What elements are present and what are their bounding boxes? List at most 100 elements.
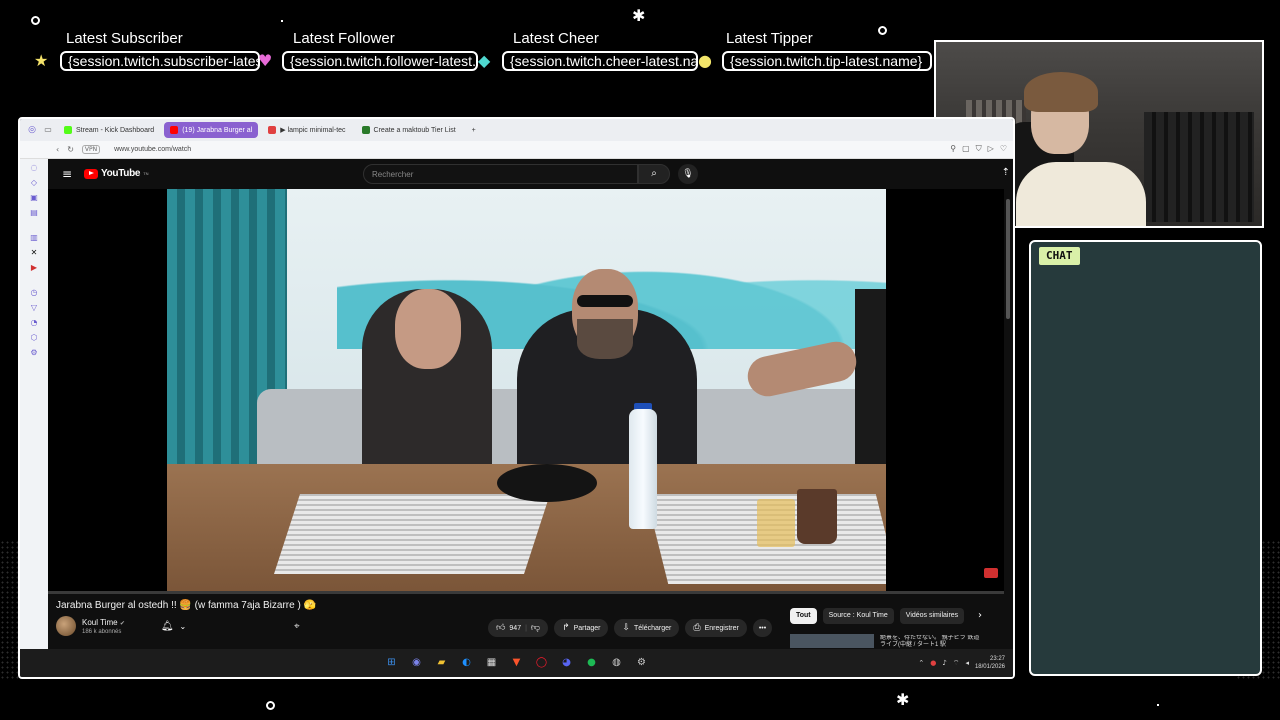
scrollbar[interactable] xyxy=(1006,199,1010,319)
messenger-icon[interactable]: ▣ xyxy=(29,193,39,203)
sparkle-icon: ✱ xyxy=(632,6,646,25)
wifi-icon[interactable]: ⌔ xyxy=(953,659,960,668)
latest-tipper-value: {session.twitch.tip-latest.name} xyxy=(722,51,932,71)
windows-taskbar: ⊞ ◉ ▰ ◐ ▦ ▼ ◯ ◕ ● ◍ ⚙ ⌃ ● ♪ ⌔ ◂ 23:27 18… xyxy=(20,649,1013,677)
downloads-icon[interactable]: ▽ xyxy=(29,303,39,313)
new-tab-button[interactable]: + xyxy=(466,122,482,138)
microphone-icon[interactable]: 🎙 xyxy=(678,164,698,184)
stream-overlay: ✱ ✱ Latest Subscriber ★ {session.twitch.… xyxy=(0,0,1280,720)
sparkle-ring-icon xyxy=(31,16,40,25)
more-actions-button[interactable]: ••• xyxy=(752,619,773,637)
pin-icon[interactable]: ⚲ xyxy=(950,144,956,154)
chip-similar[interactable]: Vidéos similaires xyxy=(899,608,965,624)
suggested-video-title[interactable]: 絶景を、待たせない。 親子ピラ 鉄道ライブ(中継 / タート1 駅 xyxy=(880,635,985,649)
tab-youtube-video[interactable]: (19) Jarabna Burger al xyxy=(164,122,259,138)
volume-icon[interactable]: ◂ xyxy=(965,659,969,667)
tab-menu-icon[interactable]: ▭ xyxy=(42,124,54,136)
windows-start-icon[interactable]: ⊞ xyxy=(386,657,398,669)
vpn-badge[interactable]: VPN xyxy=(81,145,101,154)
history-icon[interactable]: ◷ xyxy=(29,288,39,298)
upload-icon[interactable]: ⇡ xyxy=(1002,167,1010,178)
hamburger-menu-icon[interactable]: ≡ xyxy=(62,167,72,181)
search-icon[interactable]: ⌕ xyxy=(638,164,670,184)
share-button[interactable]: ↱ Partager xyxy=(554,619,609,637)
mouse-cursor-icon: ⌖ xyxy=(294,621,300,632)
tab-kick-dashboard[interactable]: Stream - Kick Dashboard xyxy=(58,122,160,138)
snapshot-icon[interactable]: ▢ xyxy=(962,144,970,154)
video-player[interactable] xyxy=(48,189,1004,594)
channel-name[interactable]: Koul Time ✔ xyxy=(82,618,125,627)
url-field[interactable]: www.youtube.com/watch xyxy=(114,146,191,153)
edge-icon[interactable]: ◐ xyxy=(461,657,473,669)
aria-icon[interactable]: ◌ xyxy=(29,163,39,173)
youtube-logo[interactable]: YouTube TN xyxy=(84,168,149,179)
verified-icon: ✔ xyxy=(119,620,125,627)
video-title: Jarabna Burger al ostedh !! 🍔 (w famma 7… xyxy=(56,600,317,611)
latest-follower-value: {session.twitch.follower-latest.name} xyxy=(282,51,478,71)
chevron-down-icon[interactable]: ⌄ xyxy=(180,622,187,631)
download-icon: ⇩ xyxy=(622,623,631,633)
like-count: 947 xyxy=(509,624,522,632)
youtube-logo-country: TN xyxy=(143,171,149,176)
tab-lampic[interactable]: ▶ lampic minimal-tec xyxy=(262,122,351,138)
whatsapp-icon[interactable]: ▤ xyxy=(29,208,39,218)
chip-source[interactable]: Source : Koul Time xyxy=(822,608,894,624)
chevron-right-icon[interactable]: › xyxy=(978,610,982,621)
download-button[interactable]: ⇩ Télécharger xyxy=(614,619,680,637)
clock-icon[interactable]: ◔ xyxy=(29,318,39,328)
settings-gear-icon[interactable]: ⚙ xyxy=(636,657,648,669)
opera-logo-icon[interactable]: ◎ xyxy=(26,124,38,136)
sparkle-ring-icon xyxy=(266,701,275,710)
star-dot-icon xyxy=(281,20,283,22)
chevron-up-icon[interactable]: ⌃ xyxy=(918,659,924,667)
suggested-video-thumbnail[interactable] xyxy=(790,634,874,648)
back-icon[interactable]: ‹ xyxy=(56,145,59,154)
youtube-play-icon xyxy=(84,168,98,179)
reload-icon[interactable]: ↻ xyxy=(67,145,74,154)
youtube-favicon-icon xyxy=(170,126,179,134)
chatgpt-icon[interactable]: ◇ xyxy=(29,178,39,188)
mic-icon[interactable]: ♪ xyxy=(942,659,946,667)
youtube-icon[interactable]: ▶ xyxy=(29,263,39,273)
x-icon[interactable]: ✕ xyxy=(29,248,39,258)
system-tray: ⌃ ● ♪ ⌔ ◂ 23:27 18/01/2026 xyxy=(918,655,1005,671)
twitch-icon[interactable]: ▥ xyxy=(29,233,39,243)
address-actions: ⚲ ▢ ⛉ ▷ ♡ xyxy=(950,144,1007,154)
youtube-page: ≡ YouTube TN Rechercher ⌕ 🎙 ⇡ Jarabna Bu… xyxy=(48,159,1013,677)
tab-label: (19) Jarabna Burger al xyxy=(182,126,253,134)
teams-icon[interactable]: ◉ xyxy=(411,657,423,669)
subscriber-count: 186 k abonnés xyxy=(82,628,122,635)
player-icon[interactable]: ▷ xyxy=(988,144,994,154)
tab-label: Create a maktoub Tier List xyxy=(373,126,456,134)
chip-all[interactable]: Tout xyxy=(790,608,817,624)
latest-tipper-title: Latest Tipper xyxy=(726,30,813,47)
store-icon[interactable]: ▦ xyxy=(486,657,498,669)
channel-avatar[interactable] xyxy=(56,616,76,636)
shield-icon[interactable]: ⛉ xyxy=(976,144,982,154)
video-frame[interactable] xyxy=(167,189,886,594)
tab-tier-list[interactable]: Create a maktoub Tier List xyxy=(356,122,462,138)
opera-icon[interactable]: ◯ xyxy=(536,657,548,669)
brave-icon[interactable]: ▼ xyxy=(511,657,523,669)
thumbs-down-icon[interactable]: 👎︎ xyxy=(531,623,540,633)
record-icon[interactable]: ● xyxy=(930,659,936,667)
extensions-icon[interactable]: ⬡ xyxy=(29,333,39,343)
settings-icon[interactable]: ⚙ xyxy=(29,348,39,358)
obs-icon[interactable]: ◍ xyxy=(611,657,623,669)
taskbar-clock[interactable]: 23:27 18/01/2026 xyxy=(975,655,1005,671)
latest-subscriber-value: {session.twitch.subscriber-latest.name} xyxy=(60,51,260,71)
search-input[interactable]: Rechercher xyxy=(363,164,638,184)
heart-outline-icon[interactable]: ♡ xyxy=(1000,144,1007,154)
chat-label: CHAT xyxy=(1039,247,1080,265)
spotify-icon[interactable]: ● xyxy=(586,657,598,669)
share-icon: ↱ xyxy=(562,623,570,633)
video-progress-bar[interactable] xyxy=(48,591,1004,594)
coin-icon: ● xyxy=(698,51,712,70)
save-button[interactable]: ⎙ Enregistrer xyxy=(685,619,747,637)
file-explorer-icon[interactable]: ▰ xyxy=(436,657,448,669)
address-bar: ‹ ↻ VPN www.youtube.com/watch ⚲ ▢ ⛉ ▷ ♡ xyxy=(20,141,1013,159)
bell-icon[interactable]: 🔔︎ xyxy=(161,621,174,632)
like-button[interactable]: 👍︎ 947 | 👎︎ xyxy=(488,619,549,637)
discord-icon[interactable]: ◕ xyxy=(561,657,573,669)
video-actions: 👍︎ 947 | 👎︎ ↱ Partager ⇩ Télécharger ⎙ E… xyxy=(488,619,773,637)
